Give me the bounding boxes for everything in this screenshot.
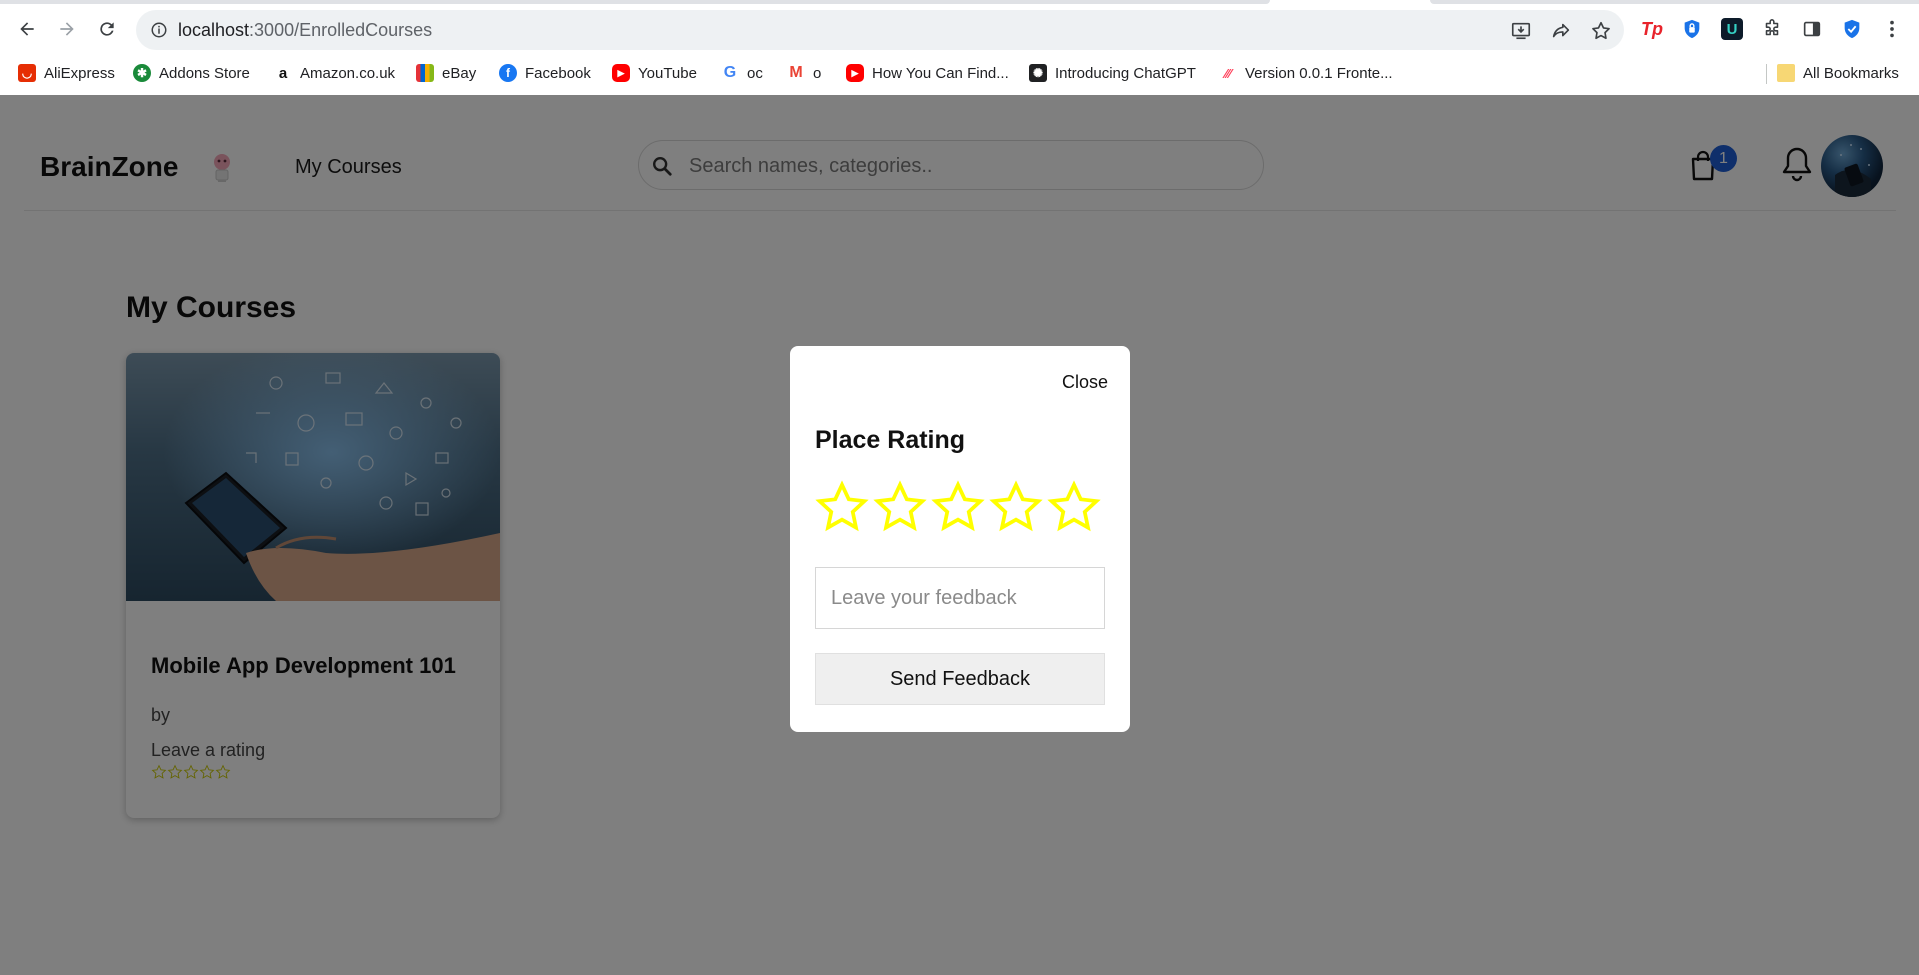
rating-modal: Close Place Rating Send Feedback	[790, 346, 1130, 732]
tp-extension-icon[interactable]: Tp	[1640, 17, 1664, 41]
youtube-icon: ▶	[612, 64, 630, 82]
addons-store-icon: ✱	[133, 64, 151, 82]
bookmark-addons-store[interactable]: ✱ Addons Store	[133, 60, 250, 86]
bookmark-chatgpt[interactable]: ✺ Introducing ChatGPT	[1029, 60, 1196, 86]
rating-stars[interactable]	[814, 479, 1102, 535]
amazon-icon: a	[274, 64, 292, 82]
u-extension-icon[interactable]: U	[1720, 17, 1744, 41]
back-icon[interactable]	[12, 14, 42, 44]
bookmark-monday[interactable]: ⁄⁄⁄ Version 0.0.1 Fronte...	[1219, 60, 1393, 86]
bookmark-label: Version 0.0.1 Fronte...	[1245, 64, 1393, 82]
bookmark-gmail[interactable]: Mo	[787, 60, 821, 86]
folder-icon	[1777, 64, 1795, 82]
install-app-icon[interactable]	[1510, 20, 1532, 42]
chatgpt-icon: ✺	[1029, 64, 1047, 82]
bookmark-youtube[interactable]: ▶ YouTube	[612, 60, 697, 86]
modal-title: Place Rating	[815, 426, 966, 454]
gmail-icon: M	[787, 64, 805, 82]
bookmark-label: o	[813, 64, 822, 82]
forward-icon[interactable]	[52, 14, 82, 44]
browser-chrome: localhost:3000/EnrolledCourses Tp U ◡ Ali…	[0, 0, 1919, 95]
bookmark-star-icon[interactable]	[1590, 20, 1612, 42]
bookmark-ebay[interactable]: eBay	[416, 60, 476, 86]
youtube-icon: ▶	[846, 64, 864, 82]
bookmark-label: Amazon.co.uk	[300, 64, 396, 82]
site-info-icon[interactable]	[150, 21, 168, 39]
all-bookmarks[interactable]: All Bookmarks	[1777, 60, 1899, 86]
bookmarks-bar: ◡ AliExpress ✱ Addons Store a Amazon.co.uk …	[0, 58, 1919, 88]
url-path: :3000/EnrolledCourses	[249, 20, 433, 40]
bookmark-label: oc	[747, 64, 763, 82]
bookmark-facebook[interactable]: f Facebook	[499, 60, 591, 86]
all-bookmarks-label: All Bookmarks	[1803, 64, 1899, 82]
star-icon[interactable]	[1046, 479, 1102, 535]
bookmark-amazon[interactable]: a Amazon.co.uk	[274, 60, 395, 86]
bookmark-label: Introducing ChatGPT	[1055, 64, 1196, 82]
close-button[interactable]: Close	[1062, 372, 1108, 393]
aliexpress-icon: ◡	[18, 64, 36, 82]
bookmark-label: Addons Store	[159, 64, 250, 82]
chrome-menu-icon[interactable]	[1880, 17, 1904, 41]
bookmark-youtube-video[interactable]: ▶ How You Can Find...	[846, 60, 1009, 86]
star-icon[interactable]	[872, 479, 928, 535]
ebay-icon	[416, 64, 434, 82]
address-bar[interactable]: localhost:3000/EnrolledCourses	[136, 10, 1624, 50]
bookmark-label: eBay	[442, 64, 477, 82]
bookmark-label: Facebook	[525, 64, 591, 82]
send-feedback-button[interactable]: Send Feedback	[815, 653, 1105, 705]
bookmark-aliexpress[interactable]: ◡ AliExpress	[18, 60, 115, 86]
active-tab-edge[interactable]	[0, 0, 1270, 4]
shield-extension-icon[interactable]	[1840, 17, 1864, 41]
inactive-tab-edge[interactable]	[1430, 0, 1919, 4]
browser-toolbar: localhost:3000/EnrolledCourses Tp U	[0, 6, 1919, 52]
google-icon: G	[721, 64, 739, 82]
share-icon[interactable]	[1550, 20, 1572, 42]
bookmark-google[interactable]: Goc	[721, 60, 763, 86]
side-panel-icon[interactable]	[1800, 17, 1824, 41]
star-icon[interactable]	[930, 479, 986, 535]
bookmarks-divider	[1766, 64, 1767, 84]
monday-icon: ⁄⁄⁄	[1219, 64, 1237, 82]
reload-icon[interactable]	[92, 14, 122, 44]
facebook-icon: f	[499, 64, 517, 82]
url-host: localhost	[178, 20, 250, 40]
bookmark-label: How You Can Find...	[872, 64, 1009, 82]
bookmark-label: YouTube	[638, 64, 697, 82]
star-icon[interactable]	[988, 479, 1044, 535]
star-icon[interactable]	[814, 479, 870, 535]
bitwarden-extension-icon[interactable]	[1680, 17, 1704, 41]
feedback-input[interactable]	[815, 567, 1105, 629]
extensions-puzzle-icon[interactable]	[1760, 17, 1784, 41]
url-text[interactable]: localhost:3000/EnrolledCourses	[178, 20, 432, 41]
bookmark-label: AliExpress	[44, 64, 115, 82]
